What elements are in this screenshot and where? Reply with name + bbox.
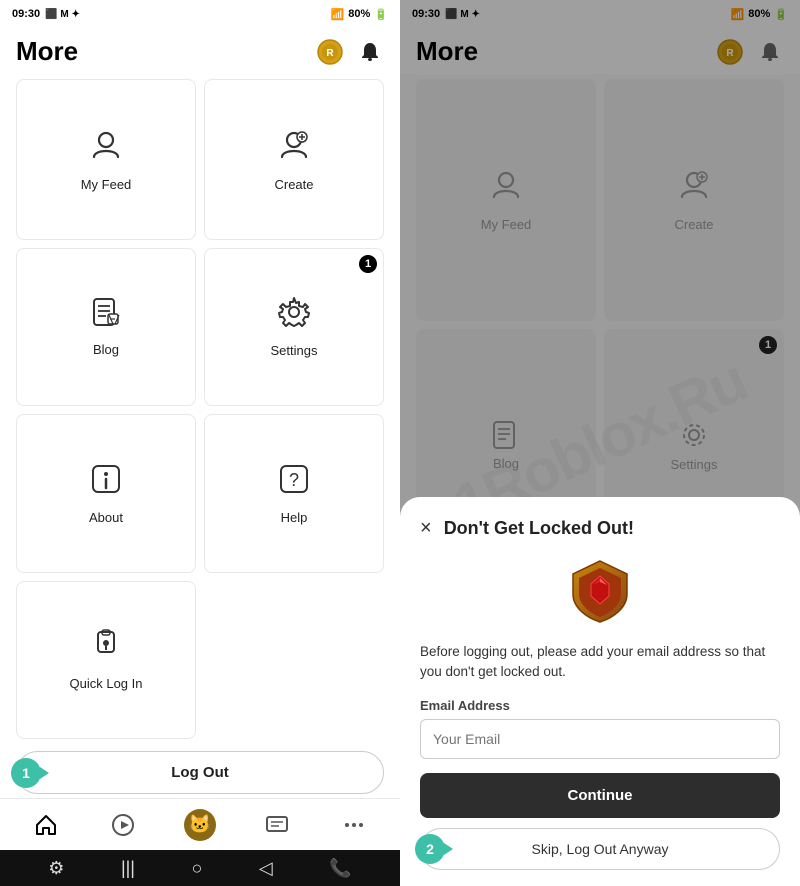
step-badge-2: 2 [415, 834, 445, 864]
svg-text:?: ? [289, 470, 299, 490]
settings-badge: 1 [359, 255, 377, 273]
logout-row: 1 Log Out [0, 743, 400, 798]
help-label: Help [281, 510, 308, 525]
status-right: 📶 80% 🔋 [331, 8, 388, 21]
locked-out-modal: × Don't Get Locked Out! Before l [400, 497, 800, 886]
modal-title: Don't Get Locked Out! [444, 518, 634, 539]
menu-cell-quick-login[interactable]: Quick Log In [16, 581, 196, 740]
menu-cell-about[interactable]: About [16, 414, 196, 573]
bell-icon[interactable] [356, 38, 384, 66]
modal-shield [420, 556, 780, 626]
email-label: Email Address [420, 698, 780, 713]
nav-home[interactable] [26, 805, 66, 845]
nav-chat[interactable] [257, 805, 297, 845]
logout-button[interactable]: 1 Log Out [16, 751, 384, 794]
menu-cell-my-feed[interactable]: My Feed [16, 79, 196, 240]
header-icons: R [316, 38, 384, 66]
create-label: Create [274, 177, 313, 192]
logout-label: Log Out [171, 764, 228, 781]
menu-cell-blog[interactable]: Blog [16, 248, 196, 407]
settings-icon [277, 295, 311, 337]
menu-cell-settings[interactable]: 1 Settings [204, 248, 384, 407]
quick-login-label: Quick Log In [70, 676, 143, 691]
my-feed-label: My Feed [81, 177, 132, 192]
continue-button[interactable]: Continue [420, 773, 780, 818]
menu-cell-help[interactable]: ? Help [204, 414, 384, 573]
nav-more[interactable] [334, 805, 374, 845]
signal-icon: 📶 [331, 8, 345, 21]
my-feed-icon [88, 127, 124, 171]
left-phone-panel: 09:30 ⬛ M ✦ 📶 80% 🔋 More R [0, 0, 400, 886]
modal-header: × Don't Get Locked Out! [420, 517, 780, 540]
step-badge-1: 1 [11, 758, 41, 788]
menu-cell-create[interactable]: Create [204, 79, 384, 240]
blog-label: Blog [93, 342, 119, 357]
status-icons: ⬛ M ✦ [45, 9, 80, 20]
sys-phone-icon[interactable]: 📞 [329, 858, 351, 879]
app-header: More R [0, 28, 400, 75]
status-bar-left: 09:30 ⬛ M ✦ 📶 80% 🔋 [0, 0, 400, 28]
modal-description: Before logging out, please add your emai… [420, 642, 780, 683]
email-input[interactable] [420, 719, 780, 759]
shield-icon [565, 556, 635, 626]
sys-recents-icon[interactable]: ◁ [259, 858, 273, 879]
nav-play[interactable] [103, 805, 143, 845]
system-nav-left: ⚙ ||| ○ ◁ 📞 [0, 850, 400, 886]
bottom-nav: 🐱 [0, 798, 400, 850]
skip-logout-label: Skip, Log Out Anyway [532, 841, 669, 857]
create-icon [276, 127, 312, 171]
time-display: 09:30 [12, 8, 40, 20]
nav-avatar[interactable]: 🐱 [180, 805, 220, 845]
about-label: About [89, 510, 123, 525]
about-icon [89, 462, 123, 504]
avatar-icon: 🐱 [184, 809, 216, 841]
modal-close-button[interactable]: × [420, 517, 432, 540]
status-time: 09:30 ⬛ M ✦ [12, 8, 80, 20]
svg-text:R: R [326, 48, 334, 59]
quick-login-icon [89, 628, 123, 670]
sys-settings-icon[interactable]: ⚙ [48, 858, 64, 879]
sys-back-icon[interactable]: ||| [121, 858, 135, 879]
battery-display: 80% [348, 8, 370, 20]
settings-label: Settings [271, 343, 318, 358]
menu-grid: My Feed Create [0, 75, 400, 743]
page-title: More [16, 36, 78, 67]
battery-icon: 🔋 [374, 8, 388, 21]
sys-home-icon[interactable]: ○ [192, 858, 203, 879]
right-phone-panel: 09:30 ⬛ M ✦ 📶 80% 🔋 More R [400, 0, 800, 886]
blog-icon [90, 296, 122, 336]
help-icon: ? [277, 462, 311, 504]
coin-icon[interactable]: R [316, 38, 344, 66]
skip-logout-button[interactable]: 2 Skip, Log Out Anyway [420, 828, 780, 870]
